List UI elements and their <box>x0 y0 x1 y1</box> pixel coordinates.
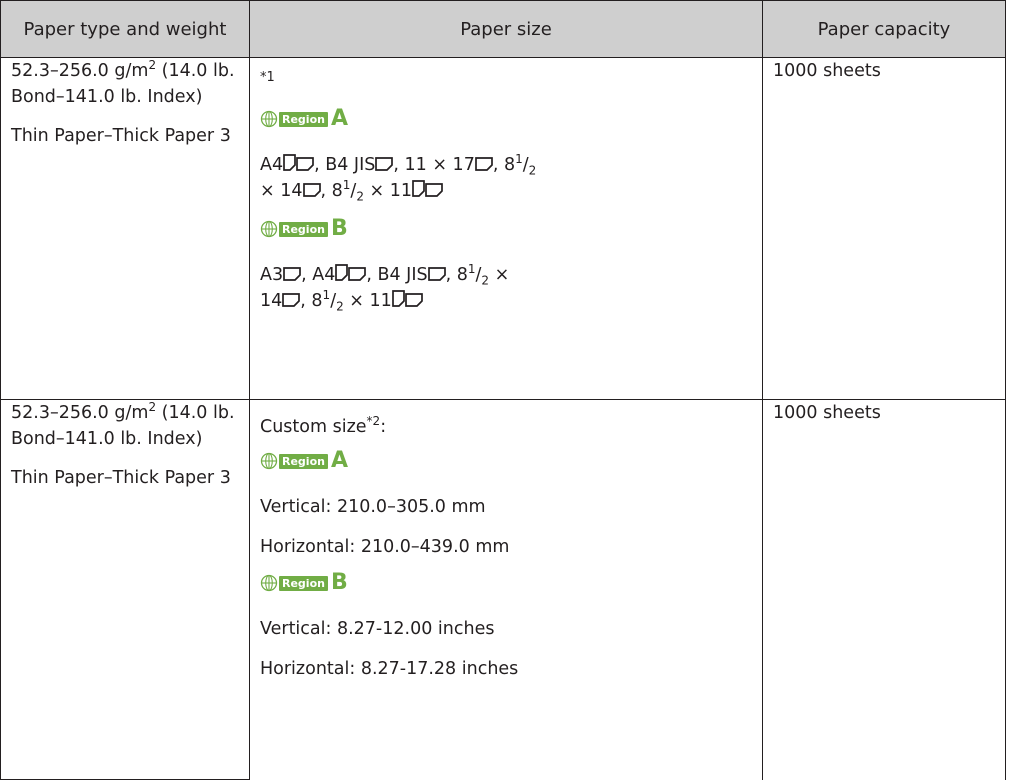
region-a-sizes-line2: × 14, 81/2 × 11 <box>260 178 752 204</box>
landscape-orientation-icon <box>296 157 314 171</box>
custom-size-label: Custom size*2: <box>260 414 387 437</box>
region-b-label: Region B <box>260 572 348 594</box>
region-a-label: Region A <box>260 450 348 472</box>
landscape-orientation-icon <box>427 267 446 281</box>
footnote-ref: *1 <box>260 70 275 86</box>
globe-icon <box>260 220 278 238</box>
region-a-vertical: Vertical: 210.0–305.0 mm <box>260 497 486 517</box>
region-b-sizes-line2: 14, 81/2 × 11 <box>260 288 752 314</box>
paper-capacity-cell: 1000 sheets <box>762 399 1006 780</box>
region-b-vertical: Vertical: 8.27-12.00 inches <box>260 619 495 639</box>
landscape-orientation-icon <box>348 267 367 281</box>
region-a-horizontal: Horizontal: 210.0–439.0 mm <box>260 537 510 557</box>
paper-type-cell: 52.3–256.0 g/m2 (14.0 lb. Bond–141.0 lb. … <box>0 399 250 780</box>
portrait-orientation-icon <box>335 264 349 281</box>
header-paper-type: Paper type and weight <box>0 0 250 58</box>
landscape-orientation-icon <box>302 183 321 197</box>
landscape-orientation-icon <box>283 267 301 281</box>
region-b-horizontal: Horizontal: 8.27-17.28 inches <box>260 659 519 679</box>
region-b-sizes-line1: A3, A4, B4 JIS, 81/2 × <box>260 262 510 288</box>
paper-thickness: Thin Paper–Thick Paper 3 <box>11 126 231 146</box>
paper-capacity-cell: 1000 sheets <box>762 57 1006 400</box>
paper-size-cell: *1 Region A A4, B4 JIS, 11 × 17, 81/2 × … <box>249 57 763 400</box>
paper-weight: 52.3–256.0 g/m2 (14.0 lb. Bond–141.0 lb. … <box>11 400 235 449</box>
globe-icon <box>260 452 278 470</box>
paper-spec-table: Paper type and weight Paper size Paper c… <box>0 0 1006 780</box>
region-a-label: Region A <box>260 108 348 130</box>
portrait-orientation-icon <box>283 154 296 171</box>
paper-thickness: Thin Paper–Thick Paper 3 <box>11 468 231 488</box>
landscape-orientation-icon <box>404 293 423 307</box>
landscape-orientation-icon <box>474 157 493 171</box>
region-a-sizes-line1: A4, B4 JIS, 11 × 17, 81/2 <box>260 152 537 178</box>
globe-icon <box>260 110 278 128</box>
header-paper-capacity: Paper capacity <box>762 0 1006 58</box>
paper-weight: 52.3–256.0 g/m2 (14.0 lb. Bond–141.0 lb. … <box>11 58 235 107</box>
header-paper-size: Paper size <box>249 0 763 58</box>
region-b-label: Region B <box>260 218 348 240</box>
landscape-orientation-icon <box>282 293 301 307</box>
landscape-orientation-icon <box>375 157 394 171</box>
table-row: 52.3–256.0 g/m2 (14.0 lb. Bond–141.0 lb. … <box>0 57 1006 400</box>
paper-size-cell: Custom size*2: Region A Vertical: 210.0–… <box>249 399 763 780</box>
header-row: Paper type and weight Paper size Paper c… <box>0 0 1006 58</box>
portrait-orientation-icon <box>412 180 425 197</box>
portrait-orientation-icon <box>391 290 405 307</box>
paper-type-cell: 52.3–256.0 g/m2 (14.0 lb. Bond–141.0 lb. … <box>0 57 250 400</box>
landscape-orientation-icon <box>425 183 443 197</box>
globe-icon <box>260 574 278 592</box>
table-row: 52.3–256.0 g/m2 (14.0 lb. Bond–141.0 lb. … <box>0 399 1006 780</box>
